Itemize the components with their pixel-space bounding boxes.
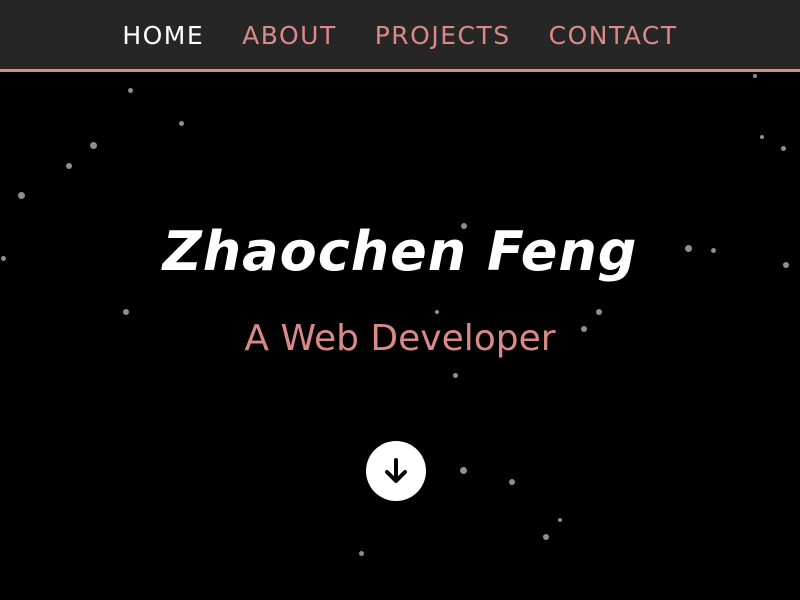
star-dot [178, 120, 184, 126]
star-dot [452, 372, 458, 378]
nav-contact-link[interactable]: CONTACT [549, 21, 678, 50]
top-navbar: HOME ABOUT PROJECTS CONTACT [0, 0, 800, 72]
hero-subtitle: A Web Developer [244, 318, 556, 359]
star-dot [760, 135, 764, 139]
star-dot [89, 141, 97, 149]
nav-home-link[interactable]: HOME [122, 21, 204, 50]
star-dot [509, 479, 515, 485]
star-dot [596, 309, 602, 315]
star-dot [66, 163, 72, 169]
star-dot [753, 74, 757, 78]
star-dot [435, 310, 439, 314]
star-dot [459, 466, 467, 474]
star-dot [123, 309, 129, 315]
star-dot [127, 87, 133, 93]
scroll-down-button[interactable] [366, 441, 426, 501]
star-dot [17, 191, 25, 199]
star-dot [780, 145, 786, 151]
hero-title: Zhaochen Feng [162, 220, 638, 283]
nav-projects-link[interactable]: PROJECTS [375, 21, 511, 50]
arrow-down-icon [385, 458, 407, 483]
star-dot [543, 534, 549, 540]
nav-about-link[interactable]: ABOUT [242, 21, 337, 50]
nav-list: HOME ABOUT PROJECTS CONTACT [0, 0, 800, 70]
star-dot [358, 550, 364, 556]
star-dot [558, 518, 562, 522]
